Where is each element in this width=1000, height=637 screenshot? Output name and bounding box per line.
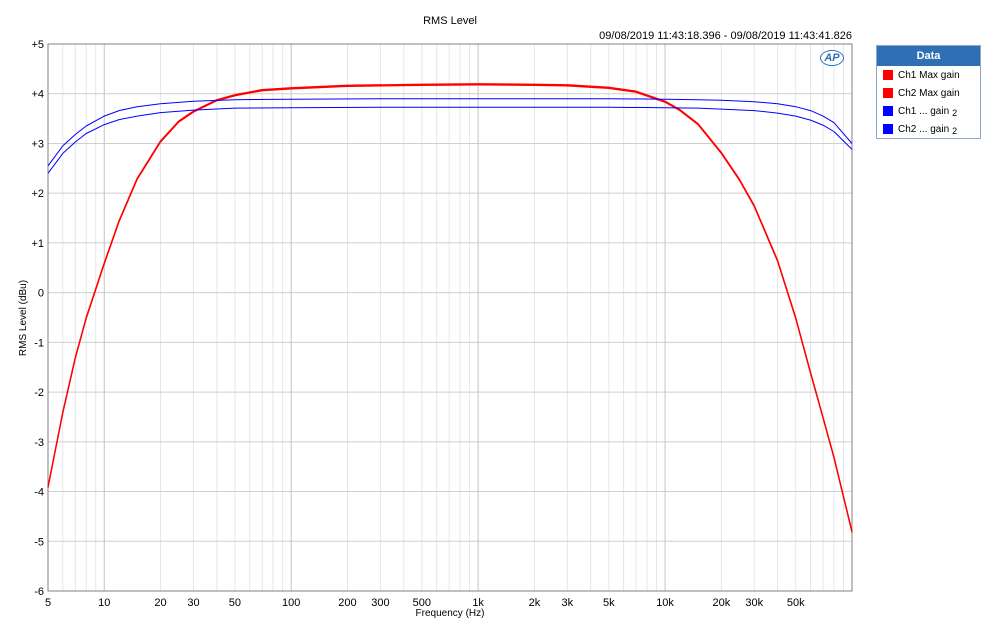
legend-label: Ch2 ... gain bbox=[898, 123, 950, 135]
x-tick-label: 300 bbox=[371, 597, 389, 609]
major-grid bbox=[48, 43, 853, 592]
plot-area-frame bbox=[47, 43, 853, 592]
y-tick-label: -3 bbox=[34, 437, 44, 449]
x-tick-label: 30 bbox=[187, 597, 199, 609]
legend: Data Ch1 Max gain Ch2 Max gain Ch1 ... g… bbox=[876, 45, 981, 139]
legend-swatch bbox=[883, 88, 893, 98]
y-tick-label: -1 bbox=[34, 337, 44, 349]
legend-item-ch2-max-gain[interactable]: Ch2 Max gain bbox=[877, 84, 980, 102]
y-tick-labels: +5 +4 +3 +2 +1 0 -1 -2 -3 -4 -5 -6 bbox=[31, 39, 44, 598]
x-tick-label: 200 bbox=[338, 597, 356, 609]
x-tick-label: 3k bbox=[562, 597, 574, 609]
legend-swatch bbox=[883, 124, 893, 134]
y-tick-label: +2 bbox=[31, 188, 44, 200]
legend-label: Ch1 Max gain bbox=[898, 69, 960, 81]
y-tick-label: 0 bbox=[38, 288, 44, 300]
legend-item-ch2-gain-2[interactable]: Ch2 ... gain 2 bbox=[877, 120, 980, 138]
series-line-4 bbox=[47, 106, 853, 174]
series-layer bbox=[47, 83, 853, 533]
y-tick-label: -6 bbox=[34, 586, 44, 598]
legend-subscript: 2 bbox=[952, 126, 958, 136]
x-tick-label: 30k bbox=[745, 597, 763, 609]
x-tick-label: 5k bbox=[603, 597, 615, 609]
x-axis-label: Frequency (Hz) bbox=[416, 608, 485, 619]
x-tick-label: 50 bbox=[229, 597, 241, 609]
y-tick-label: +1 bbox=[31, 238, 44, 250]
y-tick-label: +5 bbox=[31, 39, 44, 51]
y-tick-label: -2 bbox=[34, 387, 44, 399]
rms-level-chart: 5 10 20 30 50 100 200 300 500 1k 2k 3k 5k 10k 20k 30k 50… bbox=[18, 15, 853, 619]
x-tick-label: 20k bbox=[712, 597, 730, 609]
y-tick-label: +3 bbox=[31, 138, 44, 150]
x-tick-label: 20 bbox=[154, 597, 166, 609]
legend-label: Ch2 Max gain bbox=[898, 87, 960, 99]
x-tick-label: 2k bbox=[529, 597, 541, 609]
x-tick-label: 50k bbox=[787, 597, 805, 609]
x-tick-label: 10 bbox=[98, 597, 110, 609]
ap-logo: AP bbox=[820, 50, 844, 66]
x-tick-label: 5 bbox=[45, 597, 51, 609]
x-tick-label: 100 bbox=[282, 597, 300, 609]
chart-title: RMS Level bbox=[423, 15, 477, 27]
x-tick-label: 10k bbox=[656, 597, 674, 609]
minor-grid bbox=[47, 44, 853, 591]
y-tick-label: -5 bbox=[34, 536, 44, 548]
legend-item-ch1-max-gain[interactable]: Ch1 Max gain bbox=[877, 66, 980, 84]
series-line-1 bbox=[47, 83, 853, 532]
chart-timestamp: 09/08/2019 11:43:18.396 - 09/08/2019 11:… bbox=[599, 30, 852, 42]
series-line-2 bbox=[47, 84, 853, 533]
y-tick-label: +4 bbox=[31, 89, 44, 101]
legend-swatch bbox=[883, 106, 893, 116]
y-tick-label: -4 bbox=[34, 487, 44, 499]
y-axis-label: RMS Level (dBu) bbox=[18, 280, 29, 356]
legend-label: Ch1 ... gain bbox=[898, 105, 950, 117]
legend-item-ch1-gain-2[interactable]: Ch1 ... gain 2 bbox=[877, 102, 980, 120]
legend-subscript: 2 bbox=[952, 108, 958, 118]
legend-title: Data bbox=[877, 46, 980, 66]
legend-swatch bbox=[883, 70, 893, 80]
